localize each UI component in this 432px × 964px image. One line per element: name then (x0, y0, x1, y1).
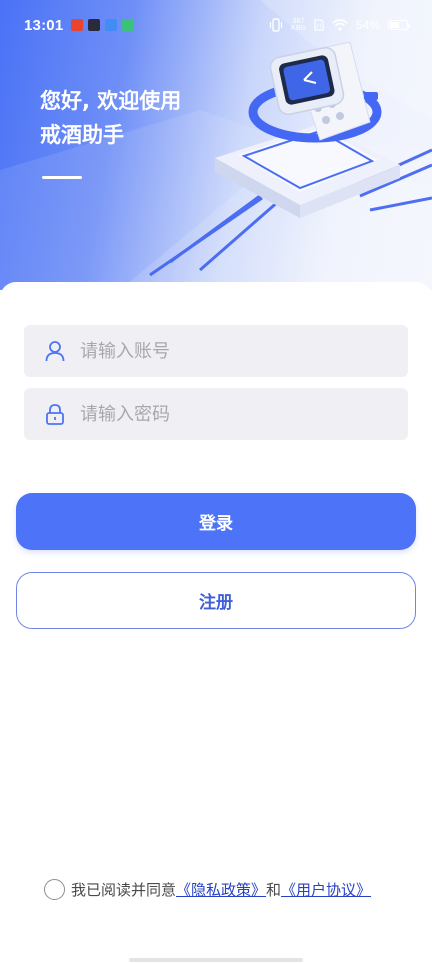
welcome-greeting: 您好, 欢迎使用 戒酒助手 (40, 84, 181, 152)
header-banner: 13:01 387 KB/s H 54% 您好, 欢迎使用 戒酒助手 (0, 0, 432, 290)
net-speed-value: 387 (292, 18, 305, 25)
password-field[interactable] (24, 388, 408, 440)
agreement-radio[interactable] (44, 878, 65, 900)
status-time: 13:01 (24, 16, 64, 34)
register-button[interactable]: 注册 (16, 572, 416, 629)
net-speed: 387 KB/s (291, 18, 306, 32)
account-field[interactable] (24, 325, 408, 377)
app-blue-icon (105, 19, 118, 31)
account-input[interactable] (80, 331, 380, 371)
home-indicator[interactable] (129, 958, 303, 962)
app-green-icon (122, 19, 135, 31)
status-right-group: 387 KB/s H 54% (269, 18, 410, 32)
vibrate-icon (270, 18, 283, 32)
net-speed-unit: KB/s (291, 25, 306, 32)
greeting-line-1: 您好, 欢迎使用 (40, 89, 182, 113)
svg-text:H: H (317, 24, 321, 30)
status-app-icons (71, 19, 135, 31)
login-button[interactable]: 登录 (16, 493, 416, 550)
status-bar: 13:01 387 KB/s H 54% (0, 0, 432, 50)
battery-percent: 54% (355, 18, 380, 32)
privacy-policy-link[interactable]: 《隐私政策》 (176, 879, 266, 900)
agreement-conjunction: 和 (266, 880, 282, 899)
greeting-line-2: 戒酒助手 (40, 123, 124, 147)
battery-icon (388, 20, 410, 30)
agreement-prefix: 我已阅读并同意 (71, 880, 177, 899)
password-input[interactable] (80, 394, 380, 434)
agreement-row: 我已阅读并同意 《隐私政策》 和 《用户协议》 (44, 876, 371, 902)
sim-icon: H (314, 19, 324, 31)
app-red-icon (71, 19, 84, 31)
lock-icon (44, 403, 66, 425)
user-agreement-link[interactable]: 《用户协议》 (281, 879, 371, 900)
greeting-underline (42, 176, 82, 179)
user-icon (44, 340, 66, 362)
wifi-icon (332, 19, 348, 31)
app-dark-icon (88, 19, 101, 31)
